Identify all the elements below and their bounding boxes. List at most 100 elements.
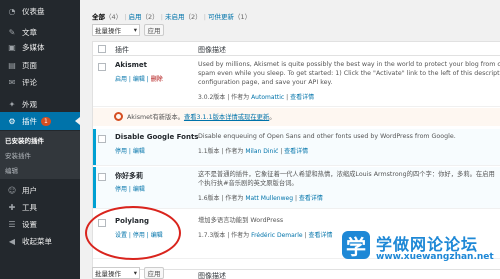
edit-link[interactable]: 编辑 [133,76,145,83]
apply-button[interactable]: 应用 [144,267,164,279]
filter-update-available[interactable]: 可供更新 [208,13,234,21]
tools-icon: ✚ [8,202,16,212]
plugin-meta: 1.7.3版本 | 作者为 Frédéric Demarle | 查看详情 [198,230,333,239]
description-line: 增加多语言功能到 WordPress [198,217,284,224]
view-details-link[interactable]: 查看详情 [284,148,308,155]
submenu-editor[interactable]: 编辑 [5,165,18,175]
plugin-update-notice: Akismet有新版本。查看3.1.1版本详情或现在更新。 [93,108,500,126]
description-line: configuration page, and save your API ke… [198,79,333,86]
deactivate-link[interactable]: 停用 [133,232,145,239]
filter-separator: | [160,13,163,21]
sidebar-item-label: 外观 [22,99,37,109]
sidebar-item-media[interactable]: ▣ 多媒体 [0,38,80,56]
author-link[interactable]: Automattic [251,94,284,101]
appearance-icon: ✦ [8,99,16,109]
media-icon: ▣ [8,42,16,52]
plugin-name: Akismet [115,61,148,69]
sidebar-item-appearance[interactable]: ✦ 外观 [0,95,80,113]
bulk-actions-top: 批量操作 ▾ 应用 [92,24,164,36]
watermark: 学 学做网论论坛 www.xuewangzhan.net [340,231,500,279]
plugin-name: Disable Google Fonts [115,133,199,141]
plugin-row-disable-google-fonts: Disable Google Fonts 停用 | 编辑 Disable enq… [93,129,500,166]
sidebar-item-label: 多媒体 [22,42,45,52]
plugin-meta: 1.6版本 | 作者为 Matt Mullenweg | 查看详情 [198,193,323,202]
update-message: Akismet有新版本。 [127,114,184,121]
meta-separator: | [304,232,307,239]
activate-link[interactable]: 启用 [115,76,127,83]
deactivate-link[interactable]: 停用 [115,186,127,193]
filter-inactive[interactable]: 未启用 [165,13,185,21]
bulk-actions-select[interactable]: 批量操作 ▾ [92,267,140,279]
admin-sidebar: ◔ 仪表盘 ✎ 文章 ▣ 多媒体 ▤ 页面 ✉ 评论 ✦ 外观 ⚙ 插件 1 已… [0,0,80,279]
edit-link[interactable]: 编辑 [151,232,163,239]
plugin-meta: 1.1版本 | 作者为 Milan Dinić | 查看详情 [198,146,308,155]
sidebar-item-plugins[interactable]: ⚙ 插件 1 [0,112,80,130]
plugin-version: 1.1版本 [198,148,220,155]
meta-separator: | [286,94,289,101]
bulk-actions-value: 批量操作 [95,270,121,278]
bulk-actions-select[interactable]: 批量操作 ▾ [92,24,140,36]
bulk-actions-bottom: 批量操作 ▾ 应用 [92,267,164,279]
plugin-version: 1.6版本 [198,195,220,202]
sidebar-item-label: 评论 [22,77,37,87]
filter-update-count: （1） [234,13,252,21]
column-footer-description: 图像描述 [198,272,226,279]
view-details-link[interactable]: 查看详情 [308,232,332,239]
plugin-status-filters: 全部（4） | 启用（2） | 未启用（2） | 可供更新（1） [92,11,251,21]
edit-link[interactable]: 编辑 [133,148,145,155]
plugin-version: 3.0.2版本 [198,94,226,101]
sidebar-item-users[interactable]: ☺ 用户 [0,181,80,199]
chevron-down-icon: ▾ [133,26,137,34]
sidebar-item-label: 收起菜单 [22,236,52,246]
sidebar-item-pages[interactable]: ▤ 页面 [0,56,80,74]
author-link[interactable]: Frédéric Demarle [251,232,303,239]
settings-link[interactable]: 设置 [115,232,127,239]
author-prefix: | 作者为 [221,148,244,155]
sidebar-item-comments[interactable]: ✉ 评论 [0,73,80,91]
plugin-checkbox[interactable] [98,173,106,181]
collapse-icon: ◀ [8,236,16,246]
filter-separator: | [203,13,206,21]
sidebar-item-tools[interactable]: ✚ 工具 [0,198,80,216]
plugin-checkbox[interactable] [98,135,106,143]
sidebar-collapse-menu[interactable]: ◀ 收起菜单 [0,232,80,250]
edit-link[interactable]: 编辑 [133,186,145,193]
deactivate-link[interactable]: 停用 [115,148,127,155]
apply-button[interactable]: 应用 [144,24,164,36]
sidebar-item-label: 文章 [22,27,37,37]
author-link[interactable]: Milan Dinić [245,148,278,155]
plugin-name: 你好多莉 [115,172,143,180]
plugin-meta: 3.0.2版本 | 作者为 Automattic | 查看详情 [198,92,314,101]
description-line: 个执行执#音乐剧的英文原版台词。 [198,180,298,187]
delete-link[interactable]: 删除 [151,76,163,83]
sidebar-item-label: 设置 [22,219,37,229]
filter-all-count: （4） [105,13,123,21]
update-details-link[interactable]: 查看3.1.1版本详情或现在更新 [184,114,269,121]
view-details-link[interactable]: 查看详情 [299,195,323,202]
filter-inactive-count: （2） [184,13,202,21]
filter-active[interactable]: 启用 [129,13,142,21]
sidebar-item-label: 插件 [22,116,37,126]
filter-all[interactable]: 全部 [92,13,105,21]
description-line: Used by millions, Akismet is quite possi… [198,61,500,68]
plugin-checkbox[interactable] [98,219,106,227]
author-link[interactable]: Matt Mullenweg [245,195,293,202]
submenu-add-plugin[interactable]: 安装插件 [5,150,31,160]
sidebar-item-dashboard[interactable]: ◔ 仪表盘 [0,2,80,20]
sidebar-item-settings[interactable]: ☰ 设置 [0,215,80,233]
select-all-checkbox[interactable] [98,45,106,53]
view-details-link[interactable]: 查看详情 [290,94,314,101]
update-notice-text: Akismet有新版本。查看3.1.1版本详情或现在更新。 [127,112,276,121]
pin-icon: ✎ [8,27,16,37]
plugin-description: Used by millions, Akismet is quite possi… [198,60,500,87]
plugin-description: Disable enqueuing of Open Sans and other… [198,132,500,141]
column-header-plugin[interactable]: 插件 [115,45,129,55]
comment-icon: ✉ [8,77,16,87]
plugin-checkbox[interactable] [98,63,106,71]
plugin-row-akismet: Akismet 启用 | 编辑 | 删除 Used by millions, A… [93,57,500,107]
page-icon: ▤ [8,60,16,70]
submenu-installed-plugins[interactable]: 已安装的插件 [5,135,44,145]
column-header-description: 图像描述 [198,46,226,54]
plugin-actions: 设置 | 停用 | 编辑 [115,232,163,239]
author-prefix: | 作者为 [221,195,244,202]
